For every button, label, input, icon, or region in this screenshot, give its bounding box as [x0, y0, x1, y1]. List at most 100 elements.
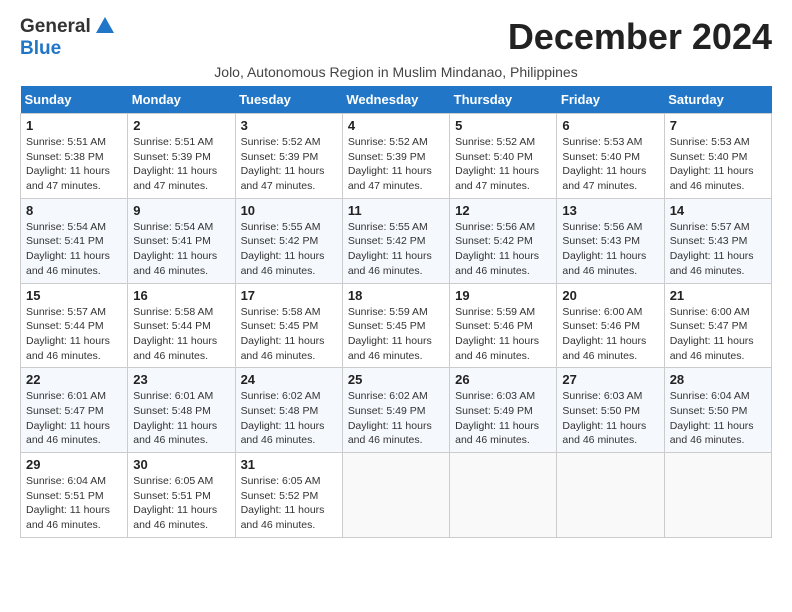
- sunrise-label: Sunrise: 6:04 AM: [670, 390, 750, 402]
- day-cell: 12 Sunrise: 5:56 AM Sunset: 5:42 PM Dayl…: [450, 198, 557, 283]
- daylight-label: Daylight: 11 hours: [670, 250, 754, 262]
- daylight-label: Daylight: 11 hours: [241, 250, 325, 262]
- daylight-label: Daylight: 11 hours: [241, 335, 325, 347]
- day-info: Sunrise: 6:00 AM Sunset: 5:47 PM Dayligh…: [670, 305, 766, 364]
- month-year-title: December 2024: [508, 16, 772, 58]
- daylight-label: Daylight: 11 hours: [562, 250, 646, 262]
- sunset-label: Sunset: 5:46 PM: [562, 320, 640, 332]
- sunrise-label: Sunrise: 5:51 AM: [133, 136, 213, 148]
- sunset-label: Sunset: 5:39 PM: [133, 151, 211, 163]
- day-number: 2: [133, 118, 229, 133]
- day-number: 21: [670, 288, 766, 303]
- day-info: Sunrise: 6:05 AM Sunset: 5:51 PM Dayligh…: [133, 474, 229, 533]
- daylight-minutes: and 47 minutes.: [241, 180, 316, 192]
- day-cell: 18 Sunrise: 5:59 AM Sunset: 5:45 PM Dayl…: [342, 283, 449, 368]
- daylight-label: Daylight: 11 hours: [562, 335, 646, 347]
- daylight-label: Daylight: 11 hours: [26, 420, 110, 432]
- day-number: 29: [26, 457, 122, 472]
- sunrise-label: Sunrise: 5:59 AM: [455, 306, 535, 318]
- day-info: Sunrise: 5:51 AM Sunset: 5:38 PM Dayligh…: [26, 135, 122, 194]
- daylight-label: Daylight: 11 hours: [562, 165, 646, 177]
- sunrise-label: Sunrise: 5:54 AM: [133, 221, 213, 233]
- day-cell: 19 Sunrise: 5:59 AM Sunset: 5:46 PM Dayl…: [450, 283, 557, 368]
- daylight-minutes: and 46 minutes.: [455, 350, 530, 362]
- day-number: 22: [26, 372, 122, 387]
- day-info: Sunrise: 5:57 AM Sunset: 5:43 PM Dayligh…: [670, 220, 766, 279]
- sunset-label: Sunset: 5:43 PM: [670, 235, 748, 247]
- day-number: 1: [26, 118, 122, 133]
- daylight-minutes: and 46 minutes.: [241, 350, 316, 362]
- sunset-label: Sunset: 5:44 PM: [133, 320, 211, 332]
- day-number: 14: [670, 203, 766, 218]
- day-info: Sunrise: 5:57 AM Sunset: 5:44 PM Dayligh…: [26, 305, 122, 364]
- day-cell: [450, 453, 557, 538]
- sunrise-label: Sunrise: 6:03 AM: [562, 390, 642, 402]
- day-number: 20: [562, 288, 658, 303]
- daylight-minutes: and 46 minutes.: [26, 350, 101, 362]
- day-info: Sunrise: 5:58 AM Sunset: 5:44 PM Dayligh…: [133, 305, 229, 364]
- daylight-minutes: and 47 minutes.: [562, 180, 637, 192]
- daylight-label: Daylight: 11 hours: [133, 335, 217, 347]
- day-number: 4: [348, 118, 444, 133]
- day-info: Sunrise: 5:53 AM Sunset: 5:40 PM Dayligh…: [670, 135, 766, 194]
- daylight-minutes: and 46 minutes.: [26, 434, 101, 446]
- day-info: Sunrise: 6:00 AM Sunset: 5:46 PM Dayligh…: [562, 305, 658, 364]
- daylight-label: Daylight: 11 hours: [348, 250, 432, 262]
- day-info: Sunrise: 5:59 AM Sunset: 5:45 PM Dayligh…: [348, 305, 444, 364]
- sunrise-label: Sunrise: 5:52 AM: [455, 136, 535, 148]
- sunset-label: Sunset: 5:40 PM: [562, 151, 640, 163]
- sunset-label: Sunset: 5:41 PM: [26, 235, 104, 247]
- column-header-saturday: Saturday: [664, 86, 771, 114]
- sunrise-label: Sunrise: 5:57 AM: [670, 221, 750, 233]
- sunset-label: Sunset: 5:47 PM: [670, 320, 748, 332]
- daylight-label: Daylight: 11 hours: [133, 504, 217, 516]
- daylight-label: Daylight: 11 hours: [241, 504, 325, 516]
- day-cell: 28 Sunrise: 6:04 AM Sunset: 5:50 PM Dayl…: [664, 368, 771, 453]
- day-number: 8: [26, 203, 122, 218]
- day-info: Sunrise: 6:02 AM Sunset: 5:49 PM Dayligh…: [348, 389, 444, 448]
- daylight-label: Daylight: 11 hours: [26, 504, 110, 516]
- daylight-label: Daylight: 11 hours: [670, 420, 754, 432]
- calendar-table: SundayMondayTuesdayWednesdayThursdayFrid…: [20, 86, 772, 538]
- daylight-label: Daylight: 11 hours: [562, 420, 646, 432]
- sunset-label: Sunset: 5:49 PM: [348, 405, 426, 417]
- logo: General Blue: [20, 16, 114, 60]
- daylight-label: Daylight: 11 hours: [455, 420, 539, 432]
- day-number: 28: [670, 372, 766, 387]
- day-number: 27: [562, 372, 658, 387]
- sunset-label: Sunset: 5:39 PM: [241, 151, 319, 163]
- column-header-sunday: Sunday: [21, 86, 128, 114]
- daylight-label: Daylight: 11 hours: [455, 335, 539, 347]
- day-info: Sunrise: 5:52 AM Sunset: 5:39 PM Dayligh…: [241, 135, 337, 194]
- sunset-label: Sunset: 5:42 PM: [348, 235, 426, 247]
- day-number: 5: [455, 118, 551, 133]
- daylight-minutes: and 46 minutes.: [670, 180, 745, 192]
- daylight-minutes: and 46 minutes.: [348, 434, 423, 446]
- day-info: Sunrise: 5:51 AM Sunset: 5:39 PM Dayligh…: [133, 135, 229, 194]
- day-cell: 7 Sunrise: 5:53 AM Sunset: 5:40 PM Dayli…: [664, 114, 771, 199]
- daylight-label: Daylight: 11 hours: [133, 420, 217, 432]
- calendar-header-row: SundayMondayTuesdayWednesdayThursdayFrid…: [21, 86, 772, 114]
- daylight-minutes: and 46 minutes.: [562, 265, 637, 277]
- sunrise-label: Sunrise: 5:51 AM: [26, 136, 106, 148]
- sunset-label: Sunset: 5:50 PM: [562, 405, 640, 417]
- day-info: Sunrise: 5:58 AM Sunset: 5:45 PM Dayligh…: [241, 305, 337, 364]
- day-cell: 15 Sunrise: 5:57 AM Sunset: 5:44 PM Dayl…: [21, 283, 128, 368]
- day-number: 13: [562, 203, 658, 218]
- day-cell: [342, 453, 449, 538]
- sunset-label: Sunset: 5:42 PM: [455, 235, 533, 247]
- day-cell: 21 Sunrise: 6:00 AM Sunset: 5:47 PM Dayl…: [664, 283, 771, 368]
- day-cell: 22 Sunrise: 6:01 AM Sunset: 5:47 PM Dayl…: [21, 368, 128, 453]
- sunset-label: Sunset: 5:43 PM: [562, 235, 640, 247]
- week-row-3: 15 Sunrise: 5:57 AM Sunset: 5:44 PM Dayl…: [21, 283, 772, 368]
- day-info: Sunrise: 6:01 AM Sunset: 5:47 PM Dayligh…: [26, 389, 122, 448]
- day-cell: 8 Sunrise: 5:54 AM Sunset: 5:41 PM Dayli…: [21, 198, 128, 283]
- sunset-label: Sunset: 5:49 PM: [455, 405, 533, 417]
- sunrise-label: Sunrise: 6:00 AM: [670, 306, 750, 318]
- column-header-tuesday: Tuesday: [235, 86, 342, 114]
- daylight-minutes: and 46 minutes.: [455, 434, 530, 446]
- daylight-minutes: and 46 minutes.: [348, 265, 423, 277]
- day-info: Sunrise: 6:04 AM Sunset: 5:50 PM Dayligh…: [670, 389, 766, 448]
- sunrise-label: Sunrise: 6:04 AM: [26, 475, 106, 487]
- daylight-label: Daylight: 11 hours: [455, 250, 539, 262]
